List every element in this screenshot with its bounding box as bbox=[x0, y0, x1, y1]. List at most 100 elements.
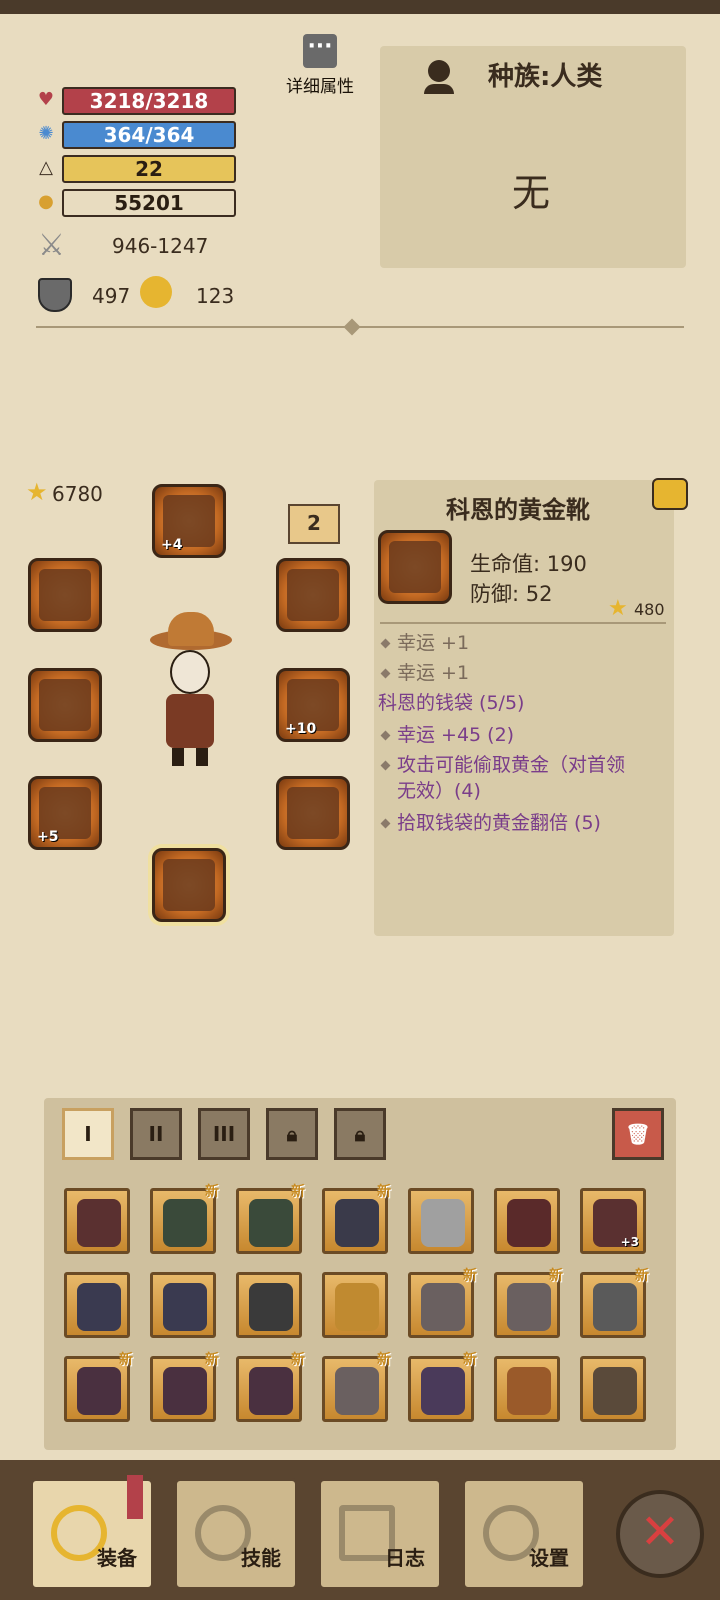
nav-log[interactable]: 日志 bbox=[318, 1478, 442, 1590]
nav-settings-label: 设置 bbox=[529, 1546, 569, 1570]
hp-bar: 3218/3218 bbox=[62, 87, 236, 115]
item-name: 科恩的黄金靴 bbox=[446, 496, 590, 524]
item-score: 480 bbox=[634, 600, 665, 619]
inventory-item[interactable]: 新 bbox=[322, 1352, 391, 1422]
inventory-item[interactable]: 新 bbox=[408, 1352, 477, 1422]
inventory-item[interactable] bbox=[408, 1188, 474, 1254]
tab-locked-2[interactable]: 🔒︎ bbox=[334, 1108, 386, 1160]
inventory-item[interactable]: +3 bbox=[580, 1188, 646, 1254]
gloves-slot[interactable] bbox=[276, 776, 350, 850]
item-defense-stat: 防御: 52 bbox=[470, 582, 553, 606]
swords-icon: ⚔ bbox=[38, 228, 65, 263]
item-divider bbox=[380, 622, 666, 624]
close-icon: ✕ bbox=[639, 1504, 681, 1560]
new-badge: 新 bbox=[205, 1352, 219, 1368]
set-bonus-2: 攻击可能偷取黄金（对首领 bbox=[380, 750, 625, 777]
inventory-item[interactable]: 新 bbox=[236, 1184, 305, 1254]
nav-equip-label: 装备 bbox=[97, 1546, 137, 1570]
trash-button[interactable]: 🗑︎ bbox=[612, 1108, 664, 1160]
new-badge: 新 bbox=[463, 1352, 477, 1368]
close-button[interactable]: ✕ bbox=[616, 1490, 704, 1578]
inventory-item[interactable] bbox=[236, 1272, 302, 1338]
equipment-score: 6780 bbox=[52, 482, 103, 506]
bonus-line-1: 幸运 +1 bbox=[380, 628, 469, 655]
item-detail-icon bbox=[378, 530, 452, 604]
defense-value: 497 bbox=[92, 284, 131, 308]
lock-icon: 🔒︎ bbox=[286, 1122, 298, 1146]
divider-ornament bbox=[343, 318, 361, 336]
new-badge: 新 bbox=[549, 1268, 563, 1284]
inventory-item[interactable] bbox=[494, 1188, 560, 1254]
inventory-item[interactable] bbox=[322, 1272, 388, 1338]
attack-value: 946-1247 bbox=[112, 234, 209, 258]
bonus-line-2: 幸运 +1 bbox=[380, 658, 469, 685]
top-border bbox=[0, 0, 720, 14]
inventory-item[interactable] bbox=[64, 1272, 130, 1338]
item-plus: +3 bbox=[620, 1235, 639, 1249]
nav-equip[interactable]: 装备 bbox=[30, 1475, 154, 1590]
offhand-slot[interactable]: +10 bbox=[276, 668, 350, 742]
race-panel: 种族:人类 无 bbox=[380, 46, 686, 268]
bracer-slot[interactable]: +5 bbox=[28, 776, 102, 850]
level-icon: △ bbox=[39, 157, 53, 178]
inventory-item[interactable] bbox=[580, 1356, 646, 1422]
weapon-slot[interactable] bbox=[28, 668, 102, 742]
set-bonus-2-cont: 无效）(4) bbox=[397, 780, 481, 802]
gold-bar: 55201 bbox=[62, 189, 236, 217]
luck-value: 123 bbox=[196, 284, 235, 308]
nav-skills-label: 技能 bbox=[241, 1546, 281, 1570]
new-badge: 新 bbox=[119, 1352, 133, 1368]
inventory-item[interactable] bbox=[494, 1356, 560, 1422]
detail-attributes-button[interactable]: ··· 详细属性 bbox=[282, 34, 358, 98]
inventory-item[interactable] bbox=[150, 1272, 216, 1338]
shield-icon bbox=[38, 278, 72, 312]
boots-slot[interactable] bbox=[152, 848, 226, 922]
tab-3[interactable]: III bbox=[198, 1108, 250, 1160]
inventory-item[interactable]: 新 bbox=[236, 1352, 305, 1422]
inventory-item[interactable]: 新 bbox=[64, 1352, 133, 1422]
badge-count: 2 bbox=[288, 504, 340, 544]
nav-skills[interactable]: 技能 bbox=[174, 1478, 298, 1590]
detail-attributes-label: 详细属性 bbox=[286, 77, 354, 97]
new-badge: 新 bbox=[291, 1184, 305, 1200]
person-icon-body bbox=[424, 84, 454, 94]
mana-icon: ✺ bbox=[38, 123, 54, 144]
item-hp-stat: 生命值: 190 bbox=[470, 552, 587, 576]
bookmark-icon bbox=[127, 1475, 143, 1519]
heart-icon: ♥ bbox=[37, 89, 55, 110]
level-bar: 22 bbox=[62, 155, 236, 183]
race-label: 种族:人类 bbox=[488, 62, 603, 92]
tab-2[interactable]: II bbox=[130, 1108, 182, 1160]
inventory-item[interactable]: 新 bbox=[580, 1268, 649, 1338]
new-badge: 新 bbox=[635, 1268, 649, 1284]
inventory-item[interactable]: 新 bbox=[150, 1352, 219, 1422]
inventory-item[interactable]: 新 bbox=[408, 1268, 477, 1338]
new-badge: 新 bbox=[205, 1184, 219, 1200]
helmet-plus: +4 bbox=[161, 537, 183, 553]
mp-bar: 364/364 bbox=[62, 121, 236, 149]
inventory-item[interactable]: 新 bbox=[322, 1184, 391, 1254]
person-icon bbox=[428, 60, 450, 82]
tab-1[interactable]: I bbox=[62, 1108, 114, 1160]
helmet-slot[interactable]: +4 bbox=[152, 484, 226, 558]
new-badge: 新 bbox=[377, 1184, 391, 1200]
lock-icon: 🔒︎ bbox=[354, 1122, 366, 1146]
bracer-plus: +5 bbox=[37, 829, 59, 845]
nav-settings[interactable]: 设置 bbox=[462, 1478, 586, 1590]
inventory-item[interactable]: 新 bbox=[150, 1184, 219, 1254]
race-value: 无 bbox=[512, 171, 551, 215]
inventory-item[interactable]: 新 bbox=[494, 1268, 563, 1338]
new-badge: 新 bbox=[377, 1352, 391, 1368]
star-icon: ★ bbox=[26, 478, 48, 506]
new-badge: 新 bbox=[463, 1268, 477, 1284]
inventory-item[interactable] bbox=[64, 1188, 130, 1254]
more-icon: ··· bbox=[303, 34, 337, 68]
offhand-plus: +10 bbox=[285, 721, 317, 737]
gold-icon: ● bbox=[38, 191, 54, 212]
tab-locked-1[interactable]: 🔒︎ bbox=[266, 1108, 318, 1160]
amulet-slot[interactable] bbox=[276, 558, 350, 632]
set-bonus-1: 幸运 +45 (2) bbox=[380, 720, 514, 747]
ring-slot[interactable] bbox=[28, 558, 102, 632]
lock-icon[interactable] bbox=[652, 478, 688, 510]
character-avatar bbox=[146, 612, 236, 768]
